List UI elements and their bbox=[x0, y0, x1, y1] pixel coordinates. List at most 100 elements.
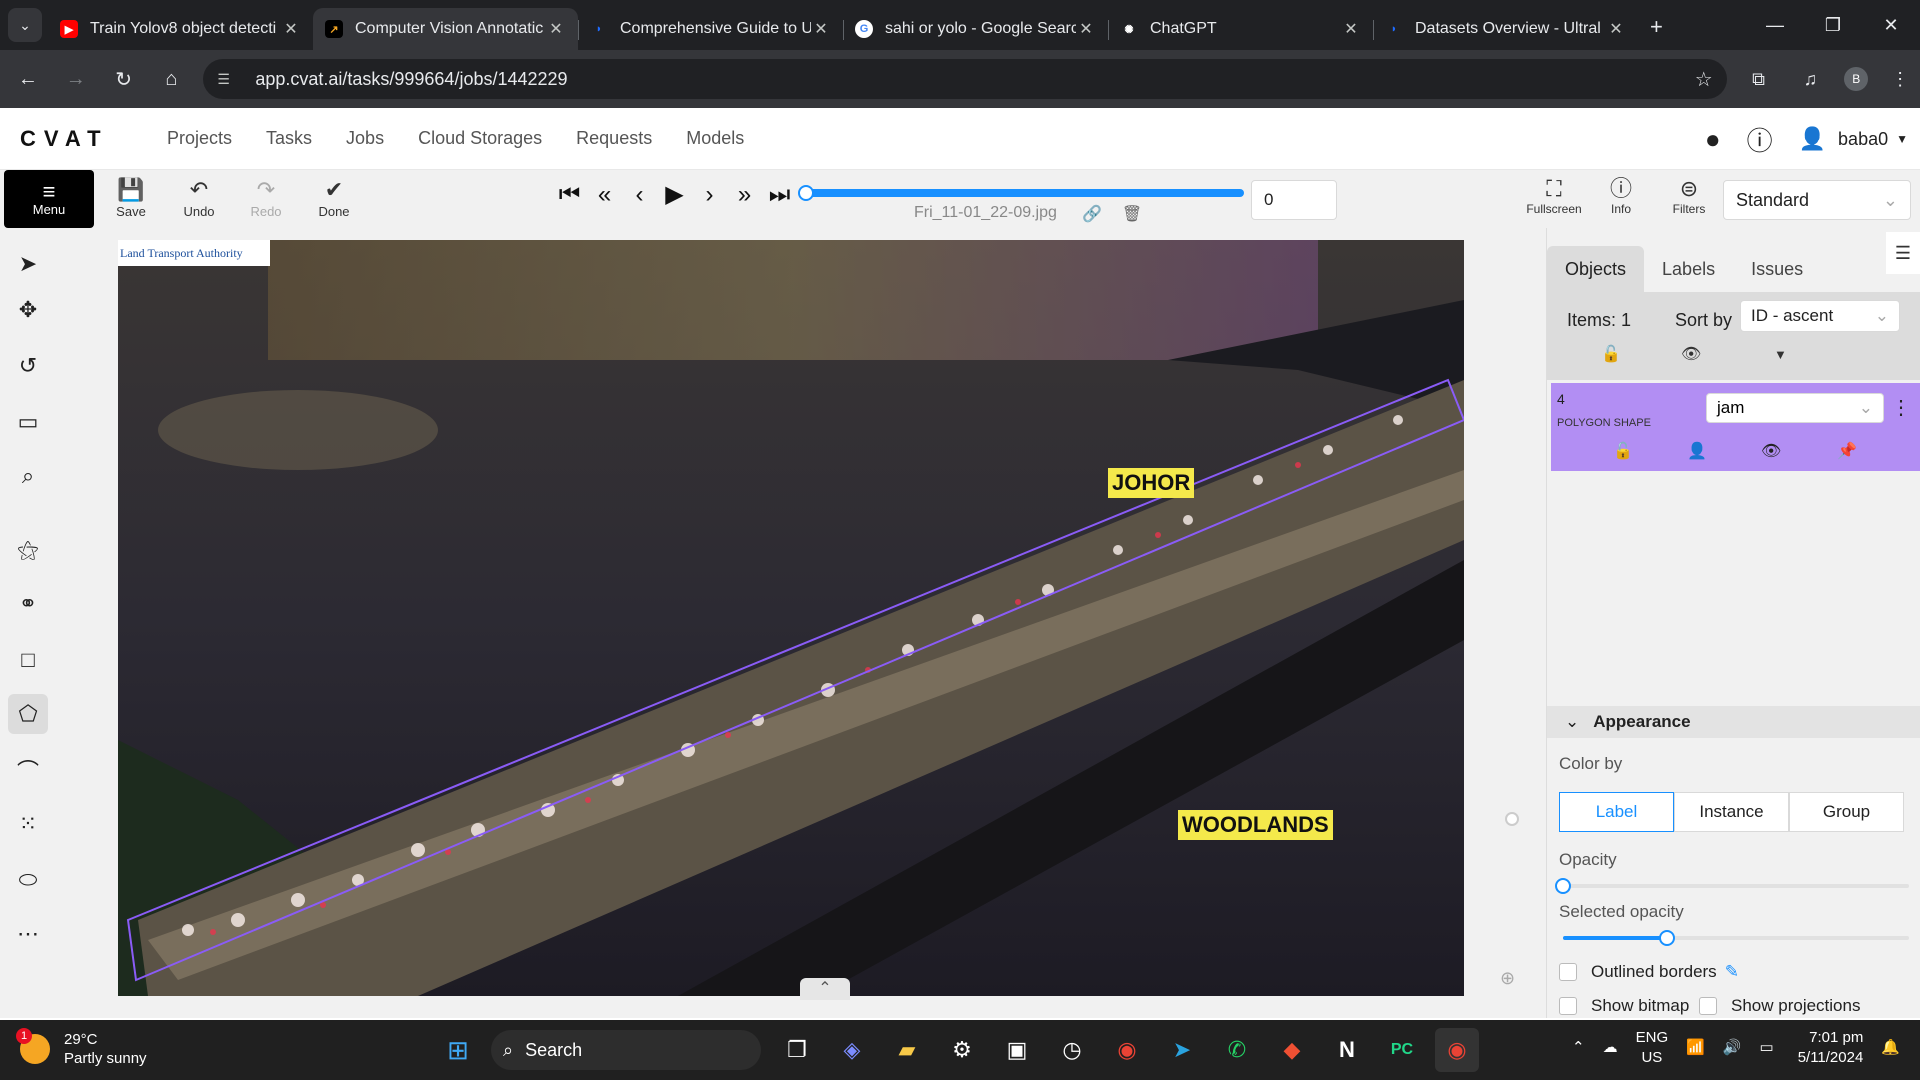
weather-widget[interactable]: 1 29°C Partly sunny bbox=[16, 1028, 147, 1068]
object-lock-icon[interactable]: 🔓 bbox=[1613, 441, 1633, 461]
new-tab-button[interactable]: + bbox=[1650, 14, 1663, 40]
restore-icon[interactable]: ❐ bbox=[1804, 0, 1862, 50]
back-step-icon[interactable]: « bbox=[587, 181, 622, 209]
media-icon[interactable]: ♫ bbox=[1790, 59, 1830, 99]
frame-number-input[interactable]: 0 bbox=[1251, 180, 1337, 220]
zoom-slider-handle[interactable] bbox=[1505, 812, 1519, 826]
tab-labels[interactable]: Labels bbox=[1644, 246, 1733, 292]
url-input[interactable]: ☰ app.cvat.ai/tasks/999664/jobs/1442229 … bbox=[203, 59, 1727, 99]
polyline-icon[interactable]: ⌒ bbox=[8, 750, 48, 790]
appearance-header[interactable]: ⌄ Appearance bbox=[1547, 706, 1920, 738]
cvat-logo[interactable]: CVAT bbox=[20, 126, 140, 152]
previous-frame-icon[interactable]: ‹ bbox=[622, 181, 657, 209]
terminal-icon[interactable]: ▣ bbox=[995, 1028, 1039, 1072]
frame-slider-handle[interactable] bbox=[798, 185, 814, 201]
browser-tab[interactable]: ◗ Datasets Overview - Ultral ✕ bbox=[1373, 8, 1638, 50]
fit-image-icon[interactable]: ▭ bbox=[8, 402, 48, 442]
show-bitmap-checkbox[interactable]: Show bitmap bbox=[1559, 996, 1689, 1016]
browser-tab[interactable]: ▶ Train Yolov8 object detecti ✕ bbox=[48, 8, 313, 50]
task-view-icon[interactable]: ❐ bbox=[775, 1028, 819, 1072]
browser-menu-icon[interactable]: ⋮ bbox=[1880, 59, 1920, 99]
tray-weather-icon[interactable]: ☁ bbox=[1603, 1038, 1618, 1058]
nav-cloud-storages[interactable]: Cloud Storages bbox=[418, 128, 542, 149]
git-icon[interactable]: ◆ bbox=[1270, 1028, 1314, 1072]
selected-opacity-slider[interactable] bbox=[1563, 930, 1909, 946]
object-user-icon[interactable]: 👤 bbox=[1687, 441, 1707, 461]
windows-start-icon[interactable]: ⊞ bbox=[436, 1028, 480, 1072]
delete-frame-icon[interactable]: 🗑 bbox=[1122, 206, 1162, 223]
profile-avatar[interactable]: B bbox=[1844, 67, 1869, 91]
notification-bell-icon[interactable]: 🔔 bbox=[1881, 1038, 1900, 1058]
tray-overflow-chevron-up-icon[interactable]: ⌃ bbox=[1572, 1038, 1585, 1058]
chrome-icon[interactable]: ◉ bbox=[1105, 1028, 1149, 1072]
selected-opacity-handle[interactable] bbox=[1658, 930, 1675, 946]
notion-icon[interactable]: N bbox=[1325, 1028, 1369, 1072]
frame-slider[interactable] bbox=[806, 189, 1244, 197]
lock-all-icon[interactable]: 🔓 bbox=[1601, 344, 1621, 364]
close-tab-icon[interactable]: ✕ bbox=[811, 19, 831, 39]
extensions-icon[interactable]: ⧉ bbox=[1739, 59, 1779, 99]
file-explorer-icon[interactable]: ▰ bbox=[885, 1028, 929, 1072]
pycharm-icon[interactable]: PC bbox=[1380, 1028, 1424, 1072]
minimize-icon[interactable]: — bbox=[1746, 0, 1804, 50]
forward-step-icon[interactable]: » bbox=[727, 181, 762, 209]
browser-tab-active[interactable]: ↗ Computer Vision Annotatic ✕ bbox=[313, 8, 578, 50]
reload-icon[interactable]: ↻ bbox=[104, 59, 144, 99]
outlined-borders-checkbox[interactable]: Outlined borders ✎ bbox=[1559, 962, 1739, 982]
clock[interactable]: 7:01 pm 5/11/2024 bbox=[1798, 1028, 1864, 1068]
zoom-in-icon[interactable]: ⊕ bbox=[1500, 968, 1515, 989]
nav-tasks[interactable]: Tasks bbox=[266, 128, 312, 149]
browser-tab[interactable]: ✺ ChatGPT ✕ bbox=[1108, 8, 1373, 50]
openvino-icon[interactable]: ⚭ bbox=[8, 584, 48, 624]
filters-button[interactable]: ⊜ Filters bbox=[1655, 176, 1723, 216]
close-window-icon[interactable]: ✕ bbox=[1862, 0, 1920, 50]
browser-tab[interactable]: ◗ Comprehensive Guide to U ✕ bbox=[578, 8, 843, 50]
rectangle-icon[interactable]: □ bbox=[8, 640, 48, 680]
back-icon[interactable]: ← bbox=[8, 59, 48, 99]
object-more-icon[interactable]: ⋮ bbox=[1891, 395, 1911, 420]
done-button[interactable]: ✔ Done bbox=[304, 176, 364, 219]
fullscreen-button[interactable]: ⛶ Fullscreen bbox=[1520, 176, 1588, 216]
help-icon[interactable]: ⓘ bbox=[1747, 121, 1773, 158]
user-icon[interactable]: 👤 bbox=[1799, 126, 1826, 152]
close-tab-icon[interactable]: ✕ bbox=[546, 19, 566, 39]
username[interactable]: baba0 bbox=[1838, 129, 1888, 150]
home-icon[interactable]: ⌂ bbox=[151, 59, 191, 99]
more-tools-icon[interactable]: ⋯ bbox=[8, 914, 48, 954]
nav-jobs[interactable]: Jobs bbox=[346, 128, 384, 149]
first-frame-icon[interactable]: ⏮ bbox=[552, 181, 587, 209]
settings-gear-icon[interactable]: ⚙ bbox=[940, 1028, 984, 1072]
tab-search-button[interactable]: ⌄ bbox=[8, 8, 42, 42]
nav-projects[interactable]: Projects bbox=[167, 128, 232, 149]
close-tab-icon[interactable]: ✕ bbox=[281, 19, 301, 39]
close-tab-icon[interactable]: ✕ bbox=[1606, 19, 1626, 39]
github-icon[interactable]: ● bbox=[1705, 124, 1721, 155]
info-button[interactable]: ⓘ Info bbox=[1587, 176, 1655, 216]
site-settings-icon[interactable]: ☰ bbox=[217, 71, 243, 88]
next-frame-icon[interactable]: › bbox=[692, 181, 727, 209]
copilot-icon[interactable]: ◈ bbox=[830, 1028, 874, 1072]
move-icon[interactable]: ✥ bbox=[8, 290, 48, 330]
menu-button[interactable]: ≡ Menu bbox=[4, 170, 94, 228]
opacity-handle[interactable] bbox=[1555, 878, 1571, 894]
taskbar-search[interactable]: ⌕ Search bbox=[491, 1030, 761, 1070]
show-all-eye-icon[interactable]: 👁 bbox=[1681, 344, 1701, 364]
color-by-instance-option[interactable]: Instance bbox=[1674, 792, 1789, 832]
polygon-icon[interactable]: ⬠ bbox=[8, 694, 48, 734]
forward-icon[interactable]: → bbox=[56, 59, 96, 99]
play-icon[interactable]: ▶ bbox=[657, 180, 692, 209]
close-tab-icon[interactable]: ✕ bbox=[1076, 19, 1096, 39]
volume-icon[interactable]: 🔊 bbox=[1723, 1038, 1742, 1058]
close-tab-icon[interactable]: ✕ bbox=[1341, 19, 1361, 39]
bookmark-star-icon[interactable]: ☆ bbox=[1695, 67, 1713, 92]
zoom-region-icon[interactable]: ⌕ bbox=[8, 456, 48, 496]
redo-button[interactable]: ↷ Redo bbox=[236, 176, 296, 219]
undo-button[interactable]: ↶ Undo bbox=[169, 176, 229, 219]
cursor-icon[interactable]: ➤ bbox=[8, 244, 48, 284]
battery-icon[interactable]: ▭ bbox=[1760, 1038, 1774, 1058]
collapse-all-caret-icon[interactable]: ▼ bbox=[1774, 347, 1787, 362]
user-menu-caret-icon[interactable]: ▼ bbox=[1896, 132, 1908, 146]
last-frame-icon[interactable]: ⏭ bbox=[762, 181, 797, 209]
language-indicator[interactable]: ENG US bbox=[1636, 1028, 1669, 1068]
nav-models[interactable]: Models bbox=[686, 128, 744, 149]
